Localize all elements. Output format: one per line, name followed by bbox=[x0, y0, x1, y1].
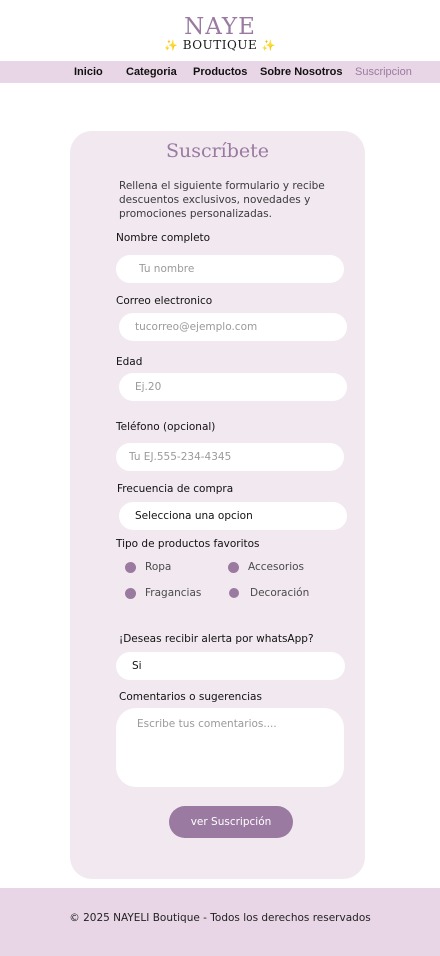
main-nav: Inicio Categoria Productos Sobre Nosotro… bbox=[0, 61, 440, 83]
age-label: Edad bbox=[116, 356, 143, 368]
nav-item-productos[interactable]: Productos bbox=[193, 61, 247, 83]
favorite-option-label: Ropa bbox=[145, 561, 172, 573]
frequency-select-value: Selecciona una opcion bbox=[135, 510, 253, 522]
age-field-wrapper bbox=[119, 373, 347, 401]
whatsapp-select-value: Si bbox=[132, 660, 142, 672]
radio-dot-icon bbox=[125, 587, 136, 599]
nav-item-categoria[interactable]: Categoria bbox=[126, 61, 177, 83]
sparkle-icon-right: ✨ bbox=[261, 39, 276, 52]
frequency-label: Frecuencia de compra bbox=[117, 483, 234, 495]
site-header: NAYE ✨ BOUTIQUE ✨ bbox=[0, 0, 440, 61]
age-input[interactable] bbox=[135, 373, 347, 401]
whatsapp-label: ¡Deseas recibir alerta por whatsApp? bbox=[119, 633, 314, 645]
frequency-select[interactable]: Selecciona una opcion bbox=[119, 502, 347, 530]
phone-input[interactable] bbox=[129, 443, 344, 471]
favorite-option-fragancias[interactable]: Fragancias bbox=[125, 587, 201, 599]
favorites-label: Tipo de productos favoritos bbox=[116, 538, 260, 550]
submit-button[interactable]: ver Suscripción bbox=[169, 806, 293, 838]
name-label: Nombre completo bbox=[116, 232, 211, 244]
whatsapp-select[interactable]: Si bbox=[116, 652, 345, 680]
phone-field-wrapper bbox=[116, 443, 344, 471]
favorite-option-decoracion[interactable]: Decoración bbox=[229, 587, 309, 599]
favorite-option-label: Decoración bbox=[250, 587, 310, 599]
favorite-option-ropa[interactable]: Ropa bbox=[125, 561, 171, 573]
favorite-option-label: Fragancias bbox=[145, 587, 202, 599]
logo-boutique-text: BOUTIQUE bbox=[182, 38, 258, 52]
name-input[interactable] bbox=[139, 255, 344, 283]
favorite-option-accesorios[interactable]: Accesorios bbox=[228, 561, 304, 573]
comments-textarea[interactable] bbox=[137, 708, 344, 787]
footer-copyright: © 2025 NAYELI Boutique - Todos los derec… bbox=[69, 912, 371, 924]
logo-name-bottom: ✨ BOUTIQUE ✨ bbox=[0, 38, 440, 53]
logo-name-top: NAYE bbox=[184, 14, 256, 40]
radio-dot-icon bbox=[229, 588, 239, 598]
email-field-wrapper bbox=[119, 313, 347, 341]
phone-label: Teléfono (opcional) bbox=[116, 421, 216, 433]
email-label: Correo electronico bbox=[116, 295, 213, 307]
name-field-wrapper bbox=[116, 255, 344, 283]
favorite-option-label: Accesorios bbox=[248, 561, 305, 573]
form-intro: Rellena el siguiente formulario y recibe… bbox=[119, 180, 325, 220]
nav-item-sobre-nosotros[interactable]: Sobre Nosotros bbox=[260, 61, 343, 83]
radio-dot-icon bbox=[228, 561, 239, 573]
comments-label: Comentarios o sugerencias bbox=[119, 691, 262, 703]
form-title: Suscríbete bbox=[165, 140, 270, 162]
comments-field-wrapper bbox=[116, 708, 344, 787]
sparkle-icon-left: ✨ bbox=[164, 39, 179, 52]
radio-dot-icon bbox=[125, 561, 136, 573]
email-input[interactable] bbox=[135, 313, 347, 341]
nav-item-suscripcion[interactable]: Suscripcion bbox=[355, 61, 412, 83]
nav-item-inicio[interactable]: Inicio bbox=[74, 61, 103, 83]
